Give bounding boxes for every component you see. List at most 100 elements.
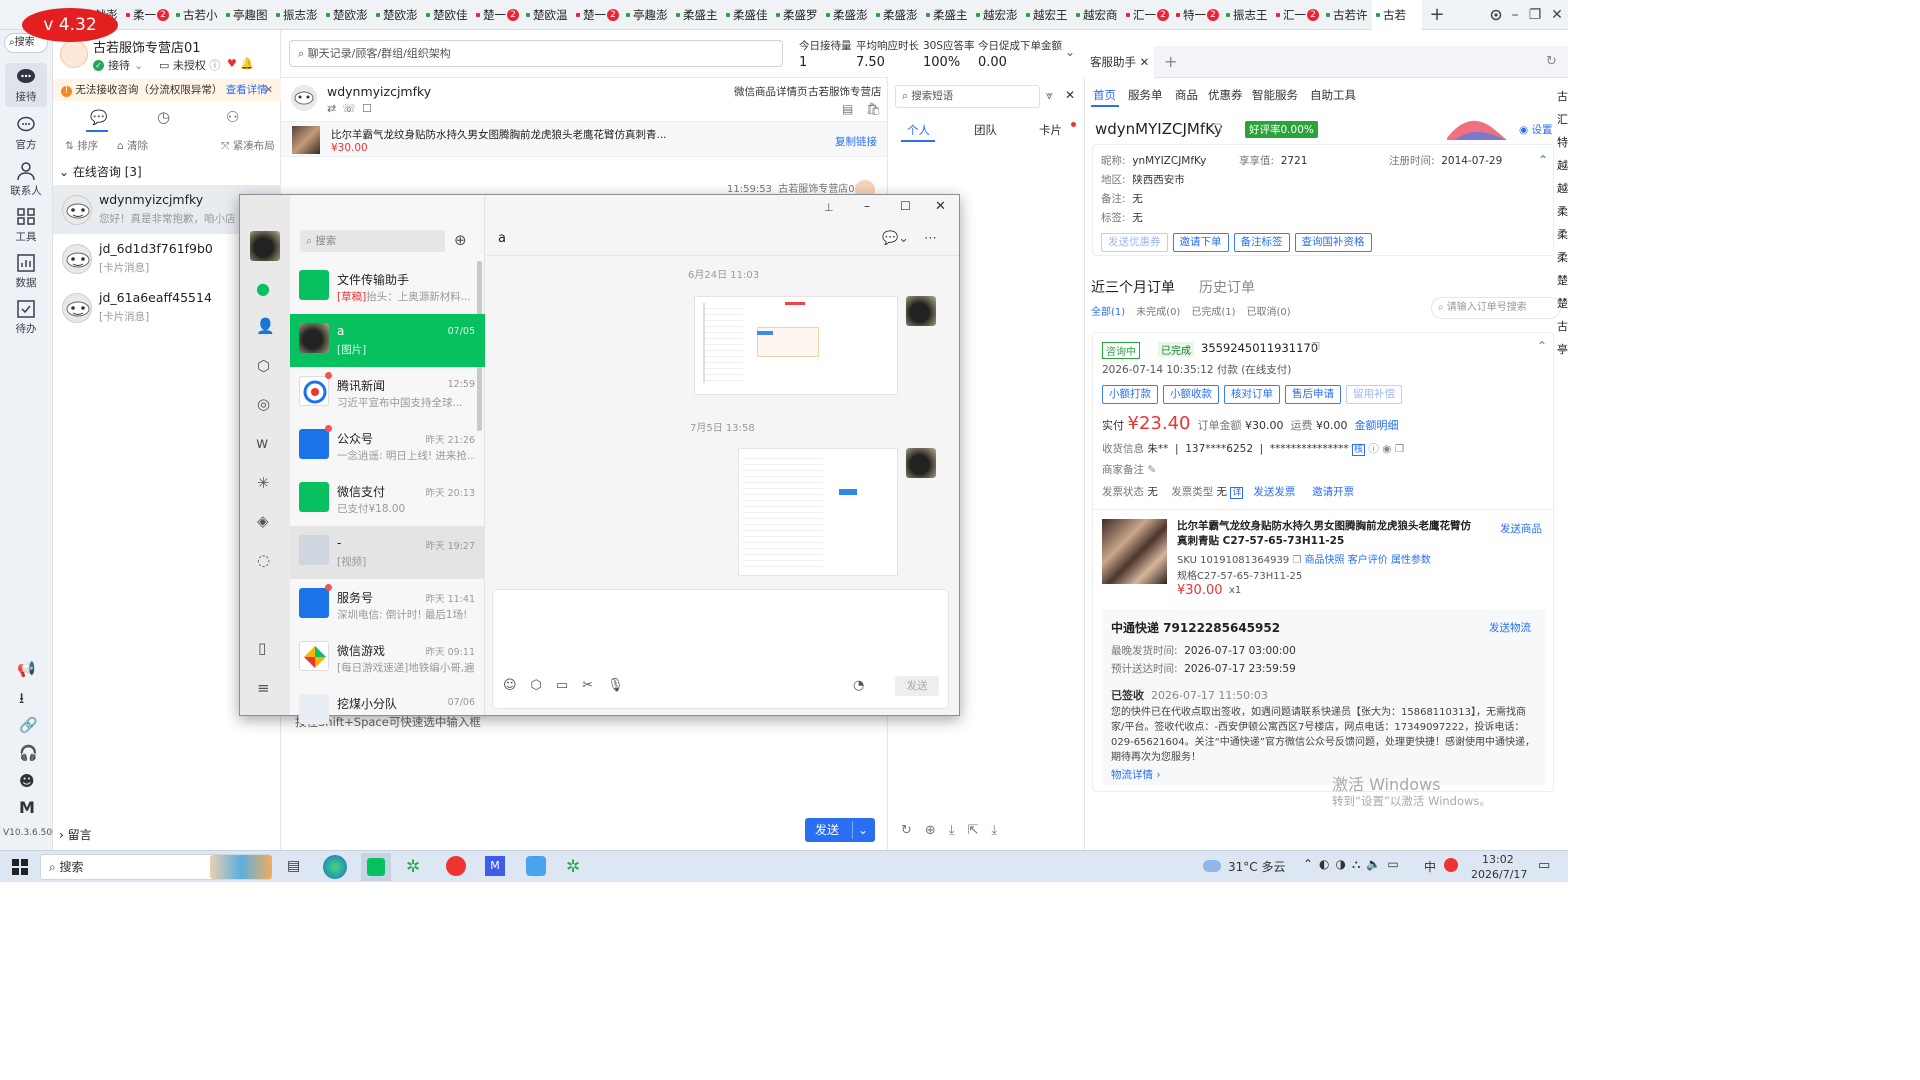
shop-tab[interactable]: 楚欧佳 xyxy=(422,0,472,30)
assistant-menu-item[interactable]: 智能服务 xyxy=(1252,87,1298,103)
assistant-menu-item[interactable]: 自助工具 xyxy=(1310,87,1356,103)
shop-tab[interactable]: 楚一 2 xyxy=(472,0,522,30)
headset-icon[interactable]: 🎧 xyxy=(19,744,38,762)
shop-tab[interactable]: 柔盛澎 xyxy=(822,0,872,30)
maximize-icon[interactable]: ❐ xyxy=(1525,0,1545,30)
windows-start-icon[interactable] xyxy=(12,859,28,875)
clear-button[interactable]: ⌂ 清除 xyxy=(117,138,148,153)
leave-msg-group[interactable]: › 留言 xyxy=(59,826,92,843)
order-filter-tab[interactable]: 全部(1) xyxy=(1091,307,1125,318)
wechat-conversation[interactable]: 微信支付 昨天 20:13 已支付¥18.00 xyxy=(290,473,485,526)
send-invoice-link[interactable]: 发送发票 xyxy=(1253,486,1295,498)
weather-text[interactable]: 31°C 多云 xyxy=(1228,858,1285,875)
settings-icon[interactable] xyxy=(1486,0,1506,30)
chevron-down-icon[interactable]: ⌄ xyxy=(1065,45,1075,59)
new-tab-button[interactable]: + xyxy=(1427,0,1447,30)
edge-tab-char[interactable]: 特 xyxy=(1557,134,1568,150)
cart-icon[interactable]: 🛍 xyxy=(866,102,881,116)
clock-date[interactable]: 2026/7/17 xyxy=(1471,868,1527,881)
clock-time[interactable]: 13:02 xyxy=(1482,853,1514,866)
image-message[interactable] xyxy=(738,448,898,576)
wechat-message-input[interactable]: ☺⬡▭✂🎙 ◔ 发送 xyxy=(492,589,949,709)
nav-item-tools[interactable]: 工具 xyxy=(5,203,47,247)
copy-icon[interactable]: ❐ xyxy=(1311,342,1320,353)
shop-tab[interactable]: 亭趣澎 xyxy=(622,0,672,30)
warning-detail-link[interactable]: 查看详情 xyxy=(226,84,268,96)
assistant-menu-item[interactable]: 首页 xyxy=(1093,87,1116,103)
app-red-icon[interactable] xyxy=(446,856,466,876)
send-logistics-button[interactable]: 发送物流 xyxy=(1489,620,1531,635)
input-toolbar[interactable]: ☺⬡▭✂🎙 xyxy=(503,678,638,693)
shop-tab[interactable]: 振志澎 xyxy=(272,0,322,30)
shop-tab[interactable]: 楚欧澎 xyxy=(322,0,372,30)
moments-icon[interactable]: ◎ xyxy=(257,395,270,413)
wechat-conversation[interactable]: 公众号 昨天 21:26 一念逍遥: 明日上线! 进来抢... xyxy=(290,420,485,473)
shop-tab[interactable]: 楚一 2 xyxy=(572,0,622,30)
maximize-icon[interactable]: ☐ xyxy=(900,199,911,213)
phone-icon[interactable]: ▯ xyxy=(258,639,266,657)
settings-link[interactable]: ◉ 设置 xyxy=(1519,122,1553,137)
close-icon[interactable]: ✕ xyxy=(264,79,273,101)
close-icon[interactable]: ✕ xyxy=(1065,88,1075,102)
heart-icon[interactable]: ♥ xyxy=(227,57,237,70)
customer-action-button[interactable]: 查询国补资格 xyxy=(1294,233,1372,252)
close-icon[interactable]: ✕ xyxy=(1547,0,1567,30)
customer-action-button[interactable]: 备注标签 xyxy=(1233,233,1290,252)
orders-tab-history[interactable]: 历史订单 xyxy=(1199,277,1255,297)
close-icon[interactable]: ✕ xyxy=(935,199,946,214)
bell-icon[interactable]: 🔔 xyxy=(240,57,254,70)
nav-item-contacts[interactable]: 联系人 xyxy=(5,157,47,201)
amount-detail-link[interactable]: 金额明细 xyxy=(1354,419,1398,432)
channels-icon[interactable]: ᴡ xyxy=(256,434,268,452)
wechat-conversation[interactable]: 服务号 昨天 11:41 深圳电信: 倒计时! 最后1场! xyxy=(290,579,485,632)
app-chat-icon[interactable] xyxy=(526,856,546,876)
sort-button[interactable]: ⇅ 排序 xyxy=(65,138,98,153)
logistics-detail-link[interactable]: 物流详情 › xyxy=(1111,767,1161,782)
customer-action-button[interactable]: 发送优惠券 xyxy=(1101,233,1168,252)
menu-icon[interactable]: ≡ xyxy=(257,679,270,697)
order-filter-tab[interactable]: 未完成(0) xyxy=(1136,307,1180,318)
wx-product-page-link[interactable]: 微信商品详情页 xyxy=(734,84,808,99)
auth-status[interactable]: ▭ 未授权 ⓘ xyxy=(159,57,220,73)
copy-link-button[interactable]: 复制链接 xyxy=(835,134,877,149)
miniprogram-icon[interactable]: ◈ xyxy=(257,512,269,530)
chat-user-actions[interactable]: ⇄☏☐ xyxy=(327,102,378,115)
shop-tab[interactable]: 越宏商 xyxy=(1072,0,1122,30)
filter-icon[interactable]: ⩔ xyxy=(1046,88,1053,103)
invite-invoice-link[interactable]: 邀请开票 xyxy=(1312,486,1354,498)
wechat-taskbar-icon[interactable] xyxy=(361,853,391,881)
send-product-button[interactable]: 发送商品 xyxy=(1500,521,1542,536)
pin-icon[interactable]: ⊥ xyxy=(824,201,834,214)
phrase-tab-personal[interactable]: 个人 xyxy=(907,122,930,138)
nav-item-official[interactable]: 官方 xyxy=(5,111,47,155)
shop-tab[interactable]: 楚欧温 xyxy=(522,0,572,30)
detail-icon[interactable]: 详 xyxy=(1230,487,1244,499)
nav-item-reception[interactable]: 接待 xyxy=(5,63,47,107)
order-action-button[interactable]: 小额打款 xyxy=(1102,385,1158,404)
chevron-down-icon[interactable]: ⌄ xyxy=(858,818,868,842)
wechat-send-button[interactable]: 发送 xyxy=(895,676,939,696)
shop-tab[interactable]: 柔一 2 xyxy=(122,0,172,30)
edge-tab-char[interactable]: 楚 xyxy=(1557,272,1568,288)
edge-tab-char[interactable]: 越 xyxy=(1557,157,1568,173)
shop-tab[interactable]: 亭趣图 xyxy=(222,0,272,30)
megaphone-icon[interactable]: 📢 xyxy=(17,660,36,678)
add-icon[interactable]: ⊕ xyxy=(454,231,467,249)
snapshot-link[interactable]: 商品快照 xyxy=(1305,555,1345,566)
nav-item-data[interactable]: 数据 xyxy=(5,249,47,293)
app-icon[interactable]: ✲ xyxy=(566,857,580,877)
edge-tab-char[interactable]: 柔 xyxy=(1557,203,1568,219)
order-filter-tab[interactable]: 已完成(1) xyxy=(1191,307,1235,318)
edge-tab-char[interactable]: 越 xyxy=(1557,180,1568,196)
shop-tab[interactable]: 汇一 2 xyxy=(1272,0,1322,30)
shop-tab[interactable]: 柔盛主 xyxy=(922,0,972,30)
edit-icon[interactable]: ✎ xyxy=(1147,464,1156,476)
edge-tab-char[interactable]: 楚 xyxy=(1557,295,1568,311)
copy-icon[interactable]: ❐ xyxy=(1292,555,1301,566)
minimize-icon[interactable]: – xyxy=(1505,0,1525,30)
assistant-menu-item[interactable]: 服务单 xyxy=(1128,87,1163,103)
wechat-conversation[interactable]: 文件传输助手 [草稿]抬头：上奥源新材料... xyxy=(290,261,485,314)
compact-layout-button[interactable]: ⤧ 紧凑布局 xyxy=(221,138,275,153)
ime-indicator[interactable]: 中 xyxy=(1424,858,1436,875)
edge-tab-char[interactable]: 柔 xyxy=(1557,249,1568,265)
